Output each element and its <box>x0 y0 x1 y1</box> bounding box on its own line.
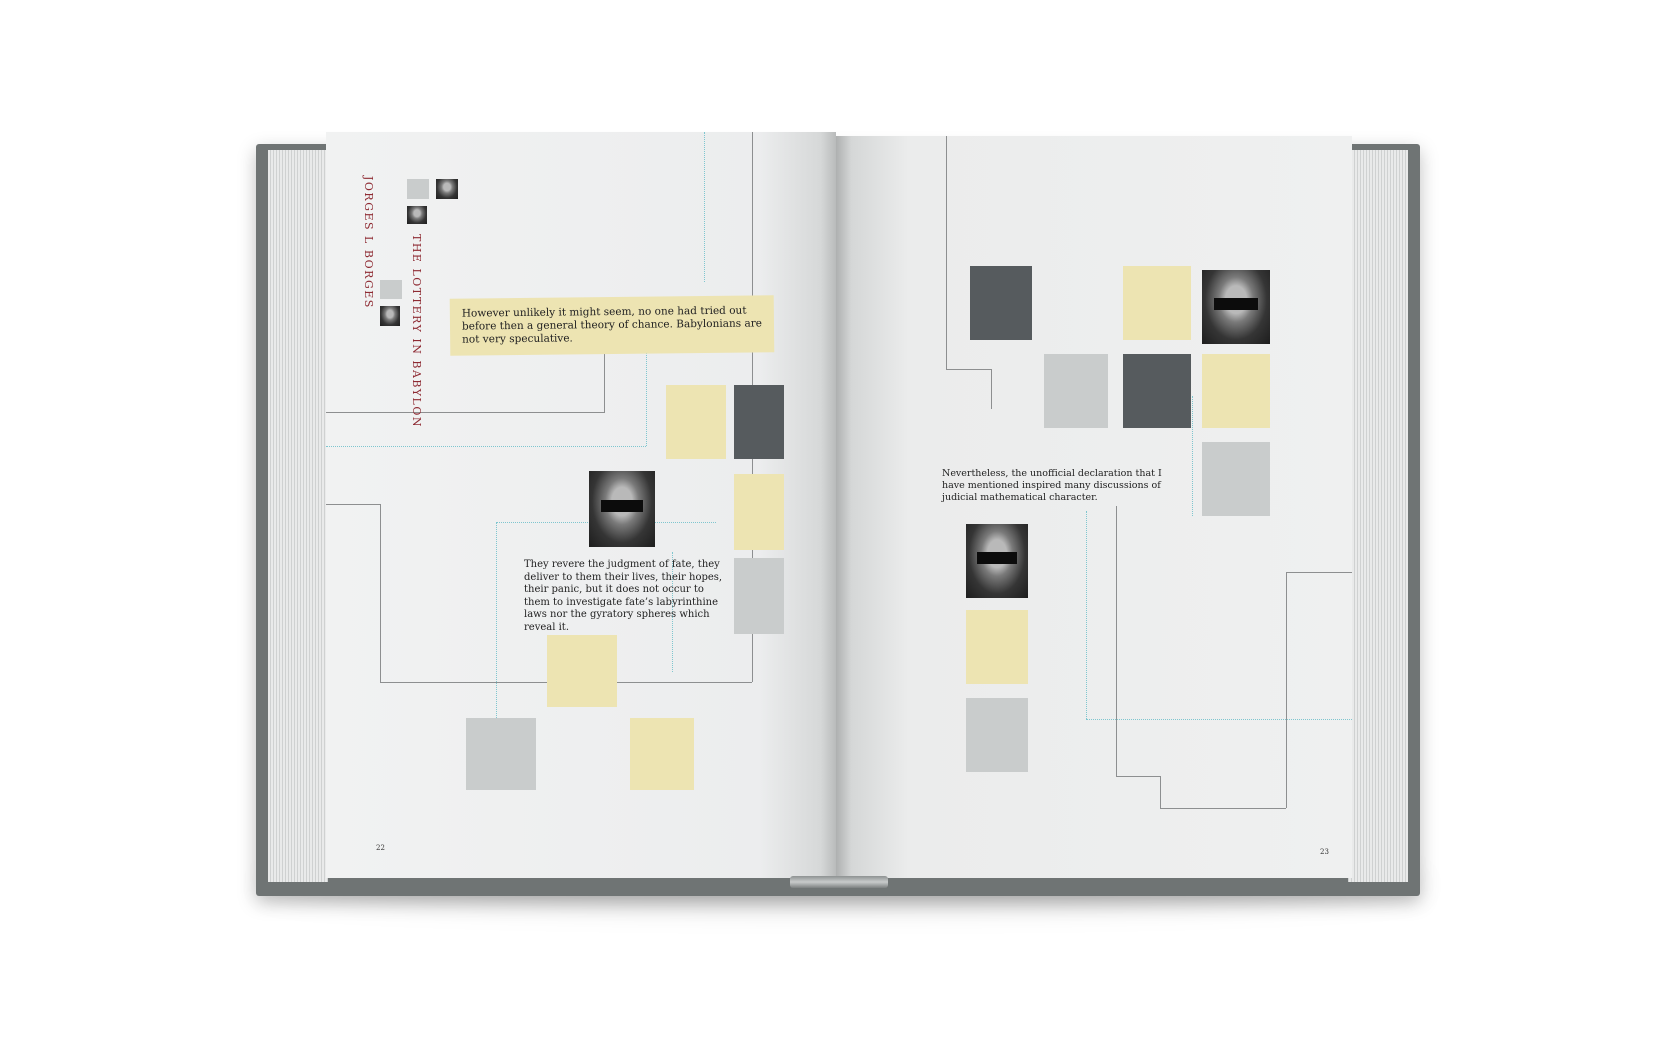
yellow-square <box>1123 266 1191 340</box>
page-number: 23 <box>1320 848 1329 856</box>
guide-line <box>326 412 604 413</box>
dotted-guide <box>1086 719 1352 720</box>
small-portrait-photo <box>436 179 458 199</box>
book-spine <box>790 876 888 888</box>
yellow-square <box>630 718 694 790</box>
portrait-photo-censored <box>966 524 1028 598</box>
left-page: JORGES L BORGES THE LOTTERY IN BABYLON H… <box>326 132 836 878</box>
grey-square <box>466 718 536 790</box>
guide-line <box>380 504 381 682</box>
guide-line <box>1286 572 1352 573</box>
book-title: THE LOTTERY IN BABYLON <box>410 234 423 428</box>
page-edges-right <box>1348 150 1408 882</box>
page-number: 22 <box>376 844 385 852</box>
grey-square <box>734 558 784 634</box>
portrait-photo-censored <box>589 471 655 547</box>
small-square <box>380 280 402 299</box>
guide-line <box>1116 506 1117 776</box>
guide-line <box>946 369 991 370</box>
yellow-square <box>666 385 726 459</box>
dotted-guide <box>496 522 497 722</box>
dark-square <box>734 385 784 459</box>
guide-line <box>946 136 947 369</box>
censor-bar <box>1214 298 1258 310</box>
yellow-square <box>966 610 1028 684</box>
grey-square <box>1044 354 1108 428</box>
dotted-guide <box>1192 396 1193 516</box>
small-square <box>407 179 429 199</box>
dotted-guide <box>646 342 647 446</box>
censor-bar <box>600 499 644 513</box>
body-paragraph: They revere the judgment of fate, they d… <box>524 559 723 633</box>
page-edges-left <box>268 150 328 882</box>
grey-square <box>966 698 1028 772</box>
dark-square <box>1123 354 1191 428</box>
guide-line <box>1160 808 1286 809</box>
right-page: Nevertheless, the unofficial declaration… <box>836 136 1352 878</box>
small-portrait-photo <box>407 206 427 224</box>
yellow-square <box>547 635 617 707</box>
body-paragraph: Nevertheless, the unofficial declaration… <box>942 468 1162 503</box>
guide-line <box>1160 776 1161 808</box>
guide-line <box>1116 776 1160 777</box>
yellow-square <box>734 474 784 550</box>
censor-bar <box>977 552 1017 564</box>
guide-line <box>991 369 992 409</box>
dotted-guide <box>1086 511 1087 719</box>
guide-line <box>326 504 380 505</box>
dotted-guide <box>704 132 705 282</box>
portrait-photo-censored <box>1202 270 1270 344</box>
dark-square <box>970 266 1032 340</box>
guide-line <box>1286 572 1287 808</box>
dotted-guide <box>326 446 646 447</box>
grey-square <box>1202 442 1270 516</box>
pull-quote: However unlikely it might seem, no one h… <box>449 295 775 356</box>
author-name: JORGES L BORGES <box>362 176 375 309</box>
yellow-square <box>1202 354 1270 428</box>
small-portrait-photo <box>380 306 400 326</box>
